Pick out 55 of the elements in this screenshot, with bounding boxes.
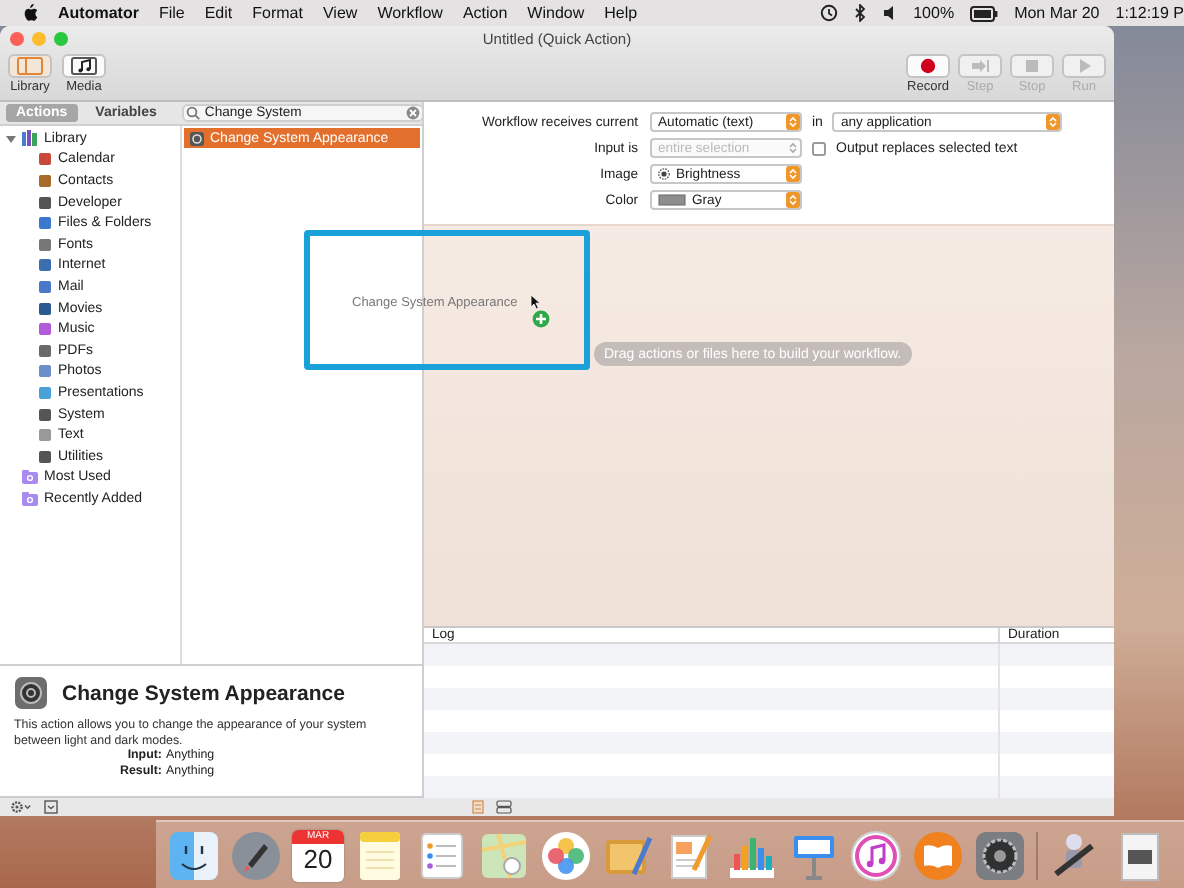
clear-icon[interactable] bbox=[406, 106, 421, 120]
color-swatch-icon bbox=[658, 194, 686, 206]
record-icon bbox=[918, 55, 938, 76]
gear-icon bbox=[14, 676, 48, 710]
search-icon bbox=[186, 106, 201, 120]
music-note-icon[interactable] bbox=[850, 829, 902, 881]
menu-item[interactable]: Window bbox=[527, 4, 585, 22]
stepper-icon bbox=[788, 116, 798, 128]
battery-icon[interactable] bbox=[970, 5, 999, 21]
stepper-icon bbox=[788, 142, 798, 154]
bluetooth-icon[interactable] bbox=[853, 4, 866, 22]
menu-item[interactable]: Action bbox=[462, 4, 508, 22]
app-menu[interactable]: Automator bbox=[58, 4, 139, 22]
stepper-icon bbox=[788, 168, 798, 180]
stepper-icon bbox=[1048, 116, 1059, 128]
clock-history-icon[interactable] bbox=[819, 4, 838, 22]
gear-icon[interactable] bbox=[974, 829, 1026, 881]
step-arrow-icon bbox=[970, 55, 990, 76]
flower-icon[interactable] bbox=[540, 829, 592, 881]
disclosure-triangle-icon[interactable] bbox=[6, 133, 16, 144]
sun-icon bbox=[658, 168, 670, 180]
menu-item[interactable]: Workflow bbox=[377, 4, 443, 22]
gear-icon bbox=[190, 131, 204, 145]
folder-icon bbox=[22, 470, 38, 485]
calendar-day: 20 bbox=[303, 843, 333, 875]
menu-item[interactable]: Edit bbox=[204, 4, 233, 22]
menu-bar-date[interactable]: Mon Mar 20 bbox=[1014, 4, 1100, 22]
notepad-icon[interactable] bbox=[354, 829, 406, 881]
books-icon bbox=[22, 130, 38, 147]
stop-icon bbox=[1022, 55, 1042, 76]
cursor-arrow-icon bbox=[530, 294, 540, 310]
music-note-icon bbox=[70, 55, 98, 76]
menu-item[interactable]: File bbox=[158, 4, 185, 22]
speaker-icon[interactable] bbox=[881, 4, 898, 22]
action-title: Change System Appearance bbox=[62, 681, 345, 705]
battery-percentage: 100% bbox=[913, 4, 955, 22]
menu-bar-clock[interactable]: 1:12:19 P bbox=[1115, 4, 1184, 22]
menu-item[interactable]: Help bbox=[604, 4, 638, 22]
close-button[interactable] bbox=[10, 32, 24, 47]
apple-logo-icon[interactable] bbox=[22, 4, 38, 22]
play-icon bbox=[1074, 55, 1094, 76]
split-view-icon[interactable] bbox=[496, 800, 512, 814]
checklist-icon[interactable] bbox=[416, 829, 468, 881]
checkbox[interactable] bbox=[812, 141, 826, 155]
open-book-icon[interactable] bbox=[912, 829, 964, 881]
add-icon bbox=[532, 310, 550, 328]
smiling-face-icon[interactable] bbox=[168, 829, 220, 881]
folder-icon bbox=[22, 491, 38, 506]
menu-item[interactable]: Format bbox=[252, 4, 303, 22]
gear-menu-icon[interactable] bbox=[10, 800, 32, 814]
menu-item[interactable]: View bbox=[322, 4, 358, 22]
map-icon[interactable] bbox=[478, 829, 530, 881]
panel-toggle-icon[interactable] bbox=[44, 800, 58, 814]
sidebar-icon bbox=[16, 55, 44, 76]
stepper-icon bbox=[788, 194, 798, 206]
